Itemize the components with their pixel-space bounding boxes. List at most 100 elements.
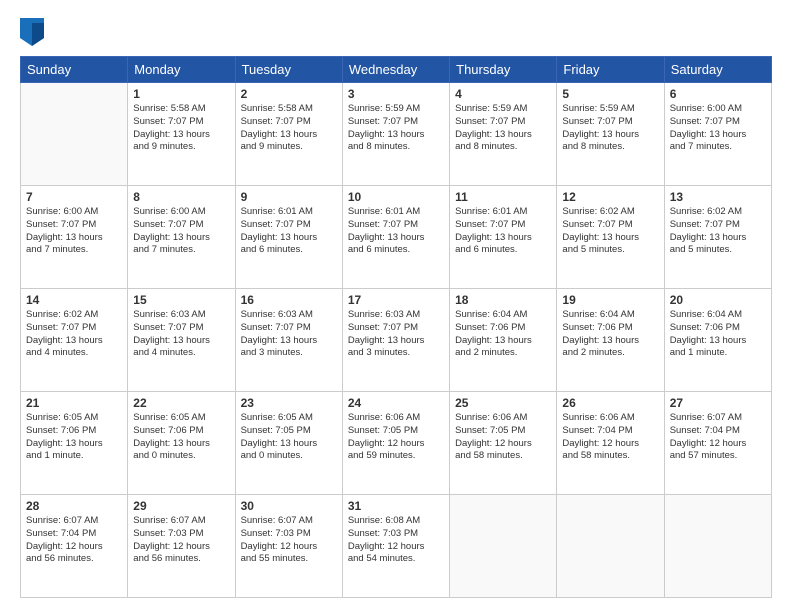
cell-info-line: Sunrise: 6:00 AM <box>670 103 766 116</box>
calendar-cell: 23Sunrise: 6:05 AMSunset: 7:05 PMDayligh… <box>235 392 342 495</box>
day-number: 25 <box>455 396 551 410</box>
cell-info-line: and 54 minutes. <box>348 553 444 566</box>
cell-info-line: Daylight: 13 hours <box>455 129 551 142</box>
cell-info-line: Sunset: 7:06 PM <box>670 322 766 335</box>
day-number: 29 <box>133 499 229 513</box>
cell-info-line: Daylight: 13 hours <box>133 438 229 451</box>
cell-info-line: Sunrise: 6:05 AM <box>26 412 122 425</box>
cell-info-line: Sunset: 7:07 PM <box>133 116 229 129</box>
cell-info-line: and 9 minutes. <box>241 141 337 154</box>
cell-info-line: Daylight: 13 hours <box>241 438 337 451</box>
calendar-cell: 3Sunrise: 5:59 AMSunset: 7:07 PMDaylight… <box>342 83 449 186</box>
calendar-week-row: 1Sunrise: 5:58 AMSunset: 7:07 PMDaylight… <box>21 83 772 186</box>
cell-info-line: and 56 minutes. <box>26 553 122 566</box>
cell-info-line: and 8 minutes. <box>348 141 444 154</box>
cell-info-line: Sunrise: 6:06 AM <box>562 412 658 425</box>
cell-info-line: Daylight: 13 hours <box>455 335 551 348</box>
cell-info-line: and 55 minutes. <box>241 553 337 566</box>
cell-info-line: and 6 minutes. <box>455 244 551 257</box>
logo <box>20 18 47 46</box>
calendar-header-thursday: Thursday <box>450 57 557 83</box>
cell-info-line: Daylight: 13 hours <box>562 129 658 142</box>
cell-info-line: and 4 minutes. <box>26 347 122 360</box>
cell-info-line: and 2 minutes. <box>455 347 551 360</box>
day-number: 4 <box>455 87 551 101</box>
header <box>20 18 772 46</box>
cell-info-line: Sunrise: 6:01 AM <box>348 206 444 219</box>
day-number: 7 <box>26 190 122 204</box>
cell-info-line: Sunrise: 5:58 AM <box>241 103 337 116</box>
day-number: 5 <box>562 87 658 101</box>
cell-info-line: and 59 minutes. <box>348 450 444 463</box>
cell-info-line: Daylight: 13 hours <box>562 335 658 348</box>
calendar-cell: 22Sunrise: 6:05 AMSunset: 7:06 PMDayligh… <box>128 392 235 495</box>
page: SundayMondayTuesdayWednesdayThursdayFrid… <box>0 0 792 612</box>
cell-info-line: and 6 minutes. <box>348 244 444 257</box>
calendar-cell: 26Sunrise: 6:06 AMSunset: 7:04 PMDayligh… <box>557 392 664 495</box>
cell-info-line: Sunrise: 6:00 AM <box>133 206 229 219</box>
cell-info-line: Sunrise: 6:04 AM <box>670 309 766 322</box>
cell-info-line: and 7 minutes. <box>670 141 766 154</box>
cell-info-line: Sunset: 7:06 PM <box>26 425 122 438</box>
day-number: 18 <box>455 293 551 307</box>
day-number: 22 <box>133 396 229 410</box>
cell-info-line: and 8 minutes. <box>562 141 658 154</box>
cell-info-line: and 58 minutes. <box>455 450 551 463</box>
day-number: 31 <box>348 499 444 513</box>
cell-info-line: Sunset: 7:07 PM <box>455 116 551 129</box>
cell-info-line: Daylight: 13 hours <box>455 232 551 245</box>
calendar-cell: 15Sunrise: 6:03 AMSunset: 7:07 PMDayligh… <box>128 289 235 392</box>
day-number: 23 <box>241 396 337 410</box>
cell-info-line: and 9 minutes. <box>133 141 229 154</box>
calendar-cell: 11Sunrise: 6:01 AMSunset: 7:07 PMDayligh… <box>450 186 557 289</box>
cell-info-line: and 1 minute. <box>26 450 122 463</box>
cell-info-line: Sunrise: 6:07 AM <box>670 412 766 425</box>
cell-info-line: Sunset: 7:04 PM <box>562 425 658 438</box>
cell-info-line: Sunrise: 6:04 AM <box>455 309 551 322</box>
day-number: 11 <box>455 190 551 204</box>
cell-info-line: Daylight: 13 hours <box>670 335 766 348</box>
calendar-header-saturday: Saturday <box>664 57 771 83</box>
cell-info-line: Daylight: 13 hours <box>241 232 337 245</box>
calendar-cell: 6Sunrise: 6:00 AMSunset: 7:07 PMDaylight… <box>664 83 771 186</box>
cell-info-line: Daylight: 13 hours <box>26 438 122 451</box>
cell-info-line: Sunrise: 6:03 AM <box>133 309 229 322</box>
day-number: 21 <box>26 396 122 410</box>
cell-info-line: Daylight: 13 hours <box>348 335 444 348</box>
day-number: 20 <box>670 293 766 307</box>
day-number: 15 <box>133 293 229 307</box>
cell-info-line: and 57 minutes. <box>670 450 766 463</box>
calendar-cell: 19Sunrise: 6:04 AMSunset: 7:06 PMDayligh… <box>557 289 664 392</box>
day-number: 13 <box>670 190 766 204</box>
calendar-cell: 30Sunrise: 6:07 AMSunset: 7:03 PMDayligh… <box>235 495 342 598</box>
cell-info-line: Daylight: 13 hours <box>133 335 229 348</box>
cell-info-line: Sunset: 7:07 PM <box>562 219 658 232</box>
cell-info-line: Sunset: 7:05 PM <box>455 425 551 438</box>
calendar-header-friday: Friday <box>557 57 664 83</box>
cell-info-line: Sunrise: 6:04 AM <box>562 309 658 322</box>
calendar-cell: 31Sunrise: 6:08 AMSunset: 7:03 PMDayligh… <box>342 495 449 598</box>
day-number: 3 <box>348 87 444 101</box>
day-number: 9 <box>241 190 337 204</box>
cell-info-line: and 7 minutes. <box>26 244 122 257</box>
calendar-cell <box>21 83 128 186</box>
logo-icon <box>20 18 44 46</box>
cell-info-line: Daylight: 12 hours <box>241 541 337 554</box>
cell-info-line: and 56 minutes. <box>133 553 229 566</box>
cell-info-line: Sunrise: 6:07 AM <box>241 515 337 528</box>
cell-info-line: Sunset: 7:07 PM <box>348 322 444 335</box>
calendar-week-row: 28Sunrise: 6:07 AMSunset: 7:04 PMDayligh… <box>21 495 772 598</box>
calendar-header-row: SundayMondayTuesdayWednesdayThursdayFrid… <box>21 57 772 83</box>
calendar-cell: 16Sunrise: 6:03 AMSunset: 7:07 PMDayligh… <box>235 289 342 392</box>
day-number: 8 <box>133 190 229 204</box>
calendar-header-tuesday: Tuesday <box>235 57 342 83</box>
day-number: 1 <box>133 87 229 101</box>
cell-info-line: and 4 minutes. <box>133 347 229 360</box>
calendar-cell: 20 Sunrise: 6:04 AMSunset: 7:06 PMDayligh… <box>664 289 771 392</box>
cell-info-line: Sunrise: 6:05 AM <box>133 412 229 425</box>
calendar-week-row: 14Sunrise: 6:02 AMSunset: 7:07 PMDayligh… <box>21 289 772 392</box>
calendar-cell <box>557 495 664 598</box>
cell-info-line: Sunset: 7:03 PM <box>241 528 337 541</box>
calendar-cell: 21 Sunrise: 6:05 AMSunset: 7:06 PMDayligh… <box>21 392 128 495</box>
day-number: 26 <box>562 396 658 410</box>
